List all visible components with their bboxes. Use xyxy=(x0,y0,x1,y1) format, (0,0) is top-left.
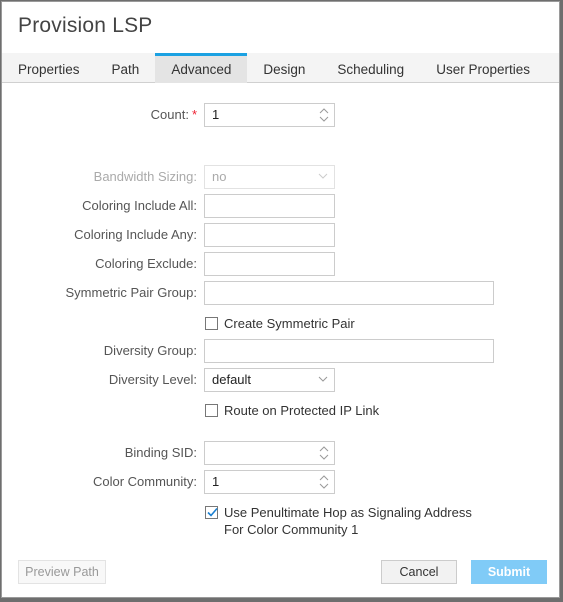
diversity-group-label: Diversity Group: xyxy=(103,343,197,358)
submit-button[interactable]: Submit xyxy=(471,560,547,584)
binding-sid-input[interactable] xyxy=(204,441,335,465)
route-on-protected-ip-link-checkbox[interactable] xyxy=(205,404,218,417)
coloring-include-all-input[interactable] xyxy=(204,194,335,218)
bandwidth-sizing-value: no xyxy=(212,169,227,184)
tab-advanced[interactable]: Advanced xyxy=(155,53,248,83)
coloring-exclude-row: Coloring Exclude: xyxy=(2,252,559,276)
create-symmetric-pair-label[interactable]: Create Symmetric Pair xyxy=(224,315,355,332)
symmetric-pair-group-row: Symmetric Pair Group: xyxy=(2,281,559,305)
tab-scheduling[interactable]: Scheduling xyxy=(321,53,420,83)
diversity-group-row: Diversity Group: xyxy=(2,339,559,363)
use-penultimate-hop-label[interactable]: Use Penultimate Hop as Signaling Address… xyxy=(224,504,472,538)
count-value: 1 xyxy=(212,107,220,122)
spinner-icon[interactable] xyxy=(319,445,329,461)
binding-sid-row: Binding SID: xyxy=(2,441,559,465)
coloring-include-all-row: Coloring Include All: xyxy=(2,194,559,218)
route-on-protected-ip-link-label[interactable]: Route on Protected IP Link xyxy=(224,402,379,419)
chevron-down-icon xyxy=(318,173,328,179)
count-input[interactable]: 1 xyxy=(204,103,335,127)
provision-lsp-dialog: Provision LSP Properties Path Advanced D… xyxy=(1,1,560,598)
use-penultimate-hop-checkbox[interactable] xyxy=(205,506,218,519)
color-community-value: 1 xyxy=(212,474,220,489)
coloring-include-any-label: Coloring Include Any: xyxy=(74,227,197,242)
preview-path-button[interactable]: Preview Path xyxy=(18,560,106,584)
diversity-group-input[interactable] xyxy=(204,339,494,363)
tab-design[interactable]: Design xyxy=(247,53,321,83)
diversity-level-select[interactable]: default xyxy=(204,368,335,392)
coloring-exclude-label: Coloring Exclude: xyxy=(95,256,197,271)
diversity-level-value: default xyxy=(212,372,252,387)
use-penultimate-hop-label-line1: Use Penultimate Hop as Signaling Address xyxy=(224,505,472,520)
color-community-label: Color Community: xyxy=(92,474,197,489)
color-community-input[interactable]: 1 xyxy=(204,470,335,494)
tab-user-properties[interactable]: User Properties xyxy=(420,53,546,83)
coloring-include-any-row: Coloring Include Any: xyxy=(2,223,559,247)
spinner-icon[interactable] xyxy=(319,107,329,123)
tab-path[interactable]: Path xyxy=(96,53,156,83)
color-community-row: Color Community: 1 xyxy=(2,470,559,494)
bandwidth-sizing-select: no xyxy=(204,165,335,189)
create-symmetric-pair-checkbox[interactable] xyxy=(205,317,218,330)
tab-properties[interactable]: Properties xyxy=(2,53,96,83)
create-symmetric-pair-row[interactable]: Create Symmetric Pair xyxy=(205,315,355,332)
chevron-down-icon[interactable] xyxy=(318,375,328,383)
coloring-include-all-label: Coloring Include All: xyxy=(82,198,197,213)
count-label: Count: * xyxy=(150,107,197,122)
binding-sid-label: Binding SID: xyxy=(124,445,197,460)
symmetric-pair-group-input[interactable] xyxy=(204,281,494,305)
spinner-icon[interactable] xyxy=(319,474,329,490)
coloring-include-any-input[interactable] xyxy=(204,223,335,247)
tab-bar: Properties Path Advanced Design Scheduli… xyxy=(2,53,559,83)
required-mark: * xyxy=(191,107,197,122)
dialog-title: Provision LSP xyxy=(18,14,153,37)
use-penultimate-hop-label-line2: For Color Community 1 xyxy=(224,522,359,537)
bandwidth-sizing-row: Bandwidth Sizing: no xyxy=(2,165,559,189)
symmetric-pair-group-label: Symmetric Pair Group: xyxy=(65,285,197,300)
cancel-button[interactable]: Cancel xyxy=(381,560,457,584)
coloring-exclude-input[interactable] xyxy=(204,252,335,276)
route-on-protected-ip-link-row[interactable]: Route on Protected IP Link xyxy=(205,402,379,419)
use-penultimate-hop-row[interactable]: Use Penultimate Hop as Signaling Address… xyxy=(205,504,472,538)
count-row: Count: * 1 xyxy=(2,103,559,127)
diversity-level-label: Diversity Level: xyxy=(108,372,197,387)
bandwidth-sizing-label: Bandwidth Sizing: xyxy=(93,169,197,184)
diversity-level-row: Diversity Level: default xyxy=(2,368,559,392)
checkmark-icon xyxy=(207,507,218,517)
